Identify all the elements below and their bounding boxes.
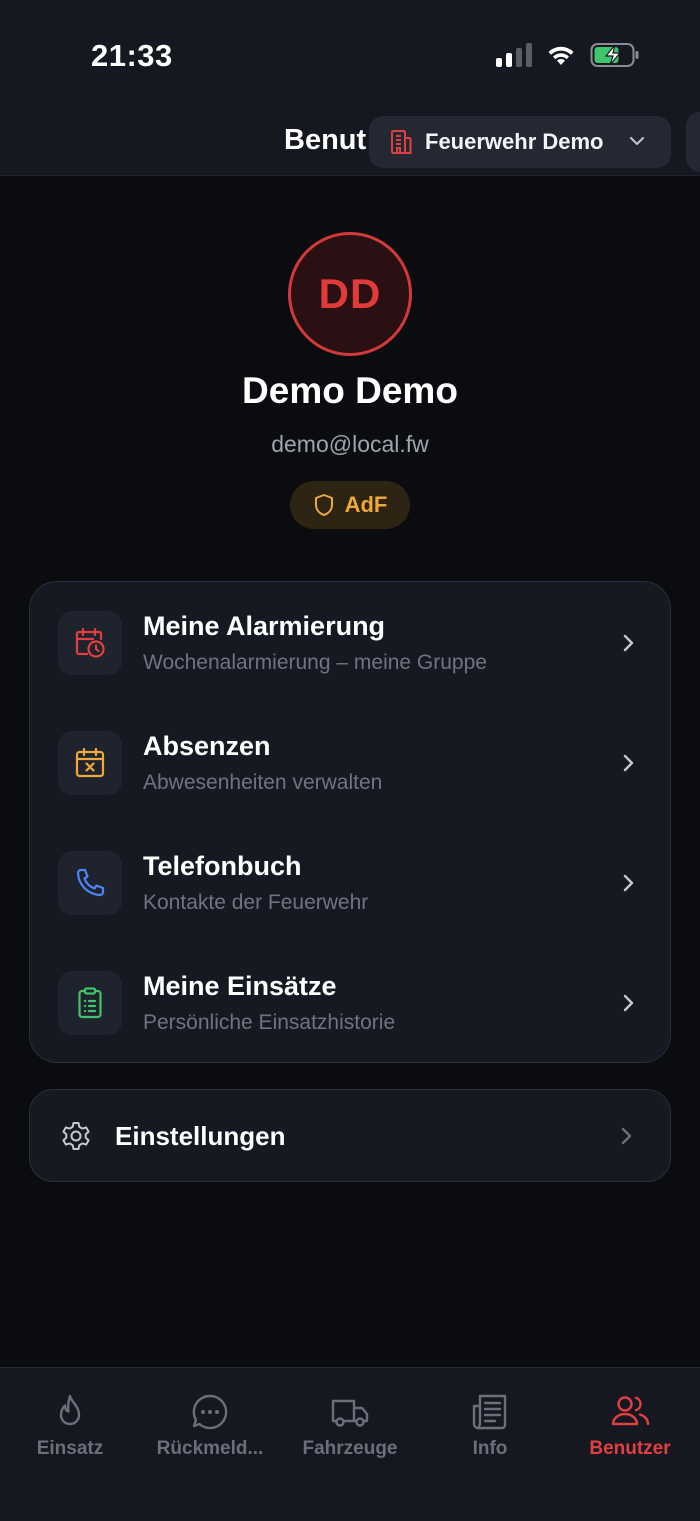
chevron-right-icon bbox=[623, 754, 634, 772]
menu-item-telefonbuch[interactable]: Telefonbuch Kontakte der Feuerwehr bbox=[30, 822, 672, 942]
menu-item-subtitle: Persönliche Einsatzhistorie bbox=[143, 1011, 396, 1034]
menu-icon-box bbox=[58, 611, 122, 675]
nav-label: Rückmeld... bbox=[156, 1438, 264, 1459]
nav-label: Benutzer bbox=[589, 1438, 671, 1459]
user-email: demo@local.fw bbox=[271, 431, 429, 457]
wifi-icon bbox=[548, 46, 574, 65]
tenant-selector[interactable]: Feuerwehr Demo bbox=[369, 116, 671, 168]
settings-button[interactable]: Einstellungen bbox=[29, 1089, 671, 1182]
menu-icon-box bbox=[58, 971, 122, 1035]
status-icons bbox=[496, 42, 640, 68]
menu-item-subtitle: Kontakte der Feuerwehr bbox=[143, 891, 369, 914]
role-badge: AdF bbox=[290, 481, 410, 529]
tenant-label: Feuerwehr Demo bbox=[425, 129, 604, 154]
newspaper-icon bbox=[472, 1394, 507, 1430]
menu-icon-box bbox=[58, 731, 122, 795]
chevron-right-icon bbox=[623, 874, 634, 892]
avatar: DD bbox=[288, 232, 412, 356]
chevron-right-icon bbox=[623, 994, 634, 1012]
shield-icon bbox=[314, 494, 333, 516]
top-bar: 21:33 Benut Feuerwehr Demo bbox=[0, 0, 700, 176]
calendar-x-icon bbox=[75, 747, 105, 778]
menu-item-subtitle: Abwesenheiten verwalten bbox=[143, 771, 383, 794]
menu-item-title: Meine Alarmierung bbox=[143, 611, 386, 641]
status-time: 21:33 bbox=[91, 38, 173, 73]
truck-icon bbox=[331, 1399, 369, 1427]
cellular-signal-icon bbox=[496, 43, 532, 67]
menu-card: Meine Alarmierung Wochenalarmierung – me… bbox=[29, 581, 671, 1063]
nav-benutzer[interactable]: Benutzer bbox=[560, 1368, 700, 1478]
menu-item-subtitle: Wochenalarmierung – meine Gruppe bbox=[143, 651, 487, 674]
nav-info[interactable]: Info bbox=[420, 1368, 560, 1478]
nav-rueckmeldung[interactable]: Rückmeld... bbox=[140, 1368, 280, 1478]
users-icon bbox=[611, 1396, 650, 1426]
nav-label: Fahrzeuge bbox=[302, 1438, 398, 1459]
chevron-down-icon bbox=[630, 137, 644, 145]
clipboard-list-icon bbox=[78, 987, 102, 1019]
nav-fahrzeuge[interactable]: Fahrzeuge bbox=[280, 1368, 420, 1478]
menu-item-title: Absenzen bbox=[143, 731, 271, 761]
calendar-clock-icon bbox=[75, 627, 105, 658]
menu-item-einsaetze[interactable]: Meine Einsätze Persönliche Einsatzhistor… bbox=[30, 942, 672, 1062]
gear-icon bbox=[62, 1122, 90, 1150]
nav-label: Einsatz bbox=[36, 1438, 104, 1459]
bottom-nav: Einsatz Rückmeld... Fahrzeuge Info Benut… bbox=[0, 1367, 700, 1521]
page-title: Benut bbox=[284, 124, 367, 156]
menu-item-title: Meine Einsätze bbox=[143, 971, 337, 1001]
nav-label: Info bbox=[472, 1438, 508, 1459]
flame-icon bbox=[59, 1394, 81, 1426]
chevron-right-icon bbox=[621, 1127, 632, 1145]
phone-icon bbox=[76, 868, 105, 897]
menu-item-title: Telefonbuch bbox=[143, 851, 302, 881]
battery-charging-icon bbox=[590, 43, 639, 67]
building-icon bbox=[391, 130, 412, 154]
menu-icon-box bbox=[58, 851, 122, 915]
nav-einsatz[interactable]: Einsatz bbox=[0, 1368, 140, 1478]
header-action-button[interactable] bbox=[686, 112, 700, 172]
menu-item-alarmierung[interactable]: Meine Alarmierung Wochenalarmierung – me… bbox=[30, 582, 672, 702]
chevron-right-icon bbox=[623, 634, 634, 652]
settings-title: Einstellungen bbox=[115, 1121, 286, 1151]
chat-bubble-icon bbox=[192, 1394, 228, 1430]
user-name: Demo Demo bbox=[242, 370, 458, 411]
role-label: AdF bbox=[344, 492, 388, 517]
menu-item-absenzen[interactable]: Absenzen Abwesenheiten verwalten bbox=[30, 702, 672, 822]
